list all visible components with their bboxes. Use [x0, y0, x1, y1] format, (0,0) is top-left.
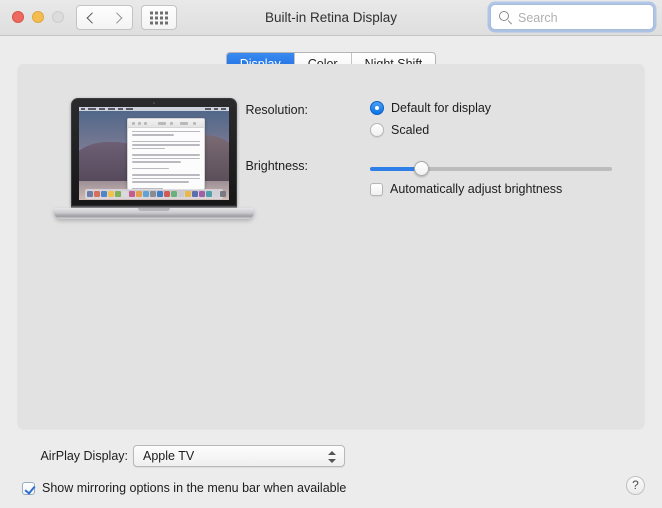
macbook-screen — [79, 107, 229, 200]
preview-document-window — [127, 118, 205, 190]
brightness-slider[interactable] — [370, 161, 612, 176]
brightness-label: Brightness: — [245, 159, 308, 173]
display-settings-panel: Resolution: Default for display Scaled B… — [18, 64, 644, 428]
stepper-arrows-icon — [328, 450, 337, 464]
airplay-display-value: Apple TV — [143, 449, 195, 463]
checkbox-show-mirroring-options[interactable]: Show mirroring options in the menu bar w… — [22, 481, 346, 495]
radio-default-for-display[interactable]: Default for display — [370, 101, 491, 115]
checkbox-unchecked-icon[interactable] — [370, 182, 383, 196]
system-preferences-window: Built-in Retina Display Display Color Ni… — [0, 0, 662, 508]
radio-button-unselected-icon[interactable] — [370, 123, 384, 137]
preview-dock — [85, 189, 226, 199]
show-mirroring-options-label: Show mirroring options in the menu bar w… — [42, 481, 347, 495]
auto-adjust-brightness-label: Automatically adjust brightness — [390, 182, 563, 196]
radio-scaled[interactable]: Scaled — [370, 123, 429, 137]
slider-knob[interactable] — [414, 161, 429, 176]
airplay-display-label: AirPlay Display: — [40, 449, 128, 463]
window-titlebar: Built-in Retina Display — [0, 0, 662, 36]
checkbox-checked-icon[interactable] — [22, 481, 35, 495]
checkbox-auto-adjust-brightness[interactable]: Automatically adjust brightness — [370, 182, 562, 196]
preview-document-toolbar — [128, 119, 204, 128]
airplay-display-dropdown[interactable]: Apple TV — [133, 445, 345, 467]
radio-default-for-display-label: Default for display — [391, 101, 492, 115]
resolution-label: Resolution: — [245, 103, 308, 117]
radio-button-selected-icon[interactable] — [370, 101, 384, 115]
search-field[interactable] — [490, 4, 654, 31]
help-button[interactable]: ? — [626, 476, 645, 495]
camera-icon — [153, 102, 155, 104]
macbook-notch — [138, 208, 170, 211]
radio-scaled-label: Scaled — [391, 123, 430, 137]
search-icon — [499, 11, 509, 21]
search-input[interactable] — [516, 5, 650, 31]
